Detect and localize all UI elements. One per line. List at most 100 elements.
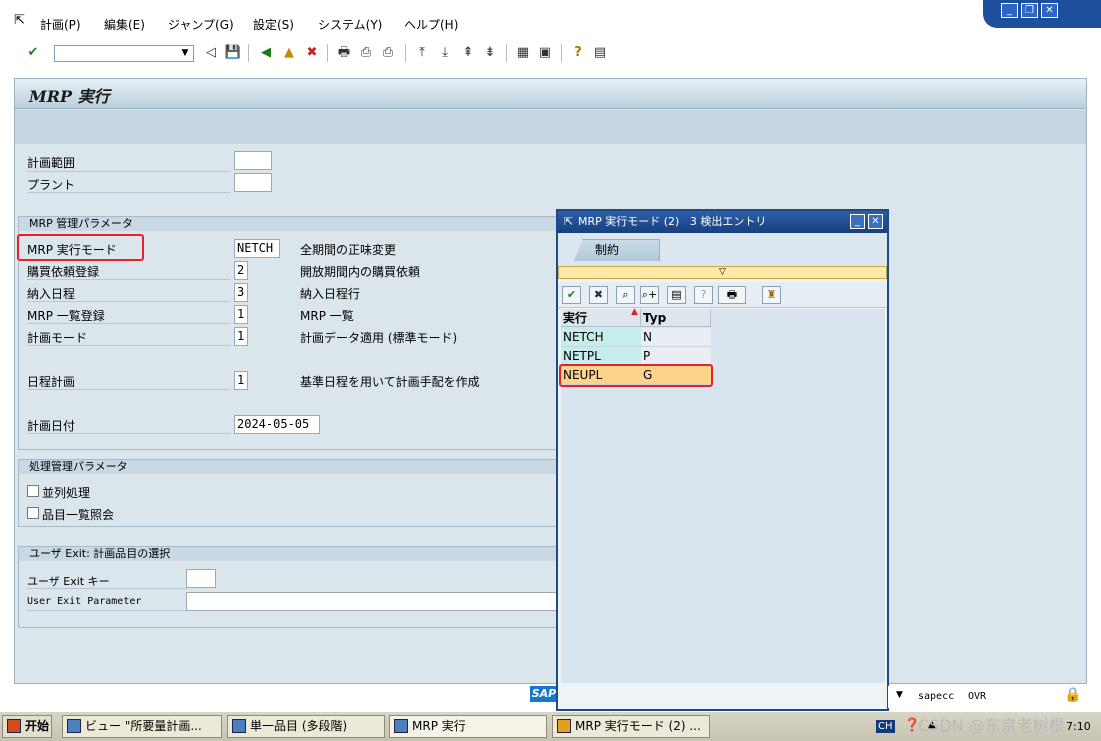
chevron-down-icon[interactable]: ▼ — [177, 46, 193, 61]
task-label: MRP 実行 — [412, 719, 466, 733]
divider — [27, 345, 231, 346]
task-label: 単一品目 (多段階) — [250, 719, 348, 733]
popup-toolbar: ✔ ✖ ⌕ ⌕+ ▤ ? 🖶 ♜ — [558, 282, 887, 308]
status-expand-icon[interactable]: ▼ — [896, 690, 903, 700]
save-icon[interactable]: 💾 — [224, 44, 242, 62]
window-controls: _ ❐ ✕ — [983, 0, 1101, 28]
sort-icon[interactable]: ▤ — [667, 286, 686, 304]
enter-icon[interactable]: ✔ — [24, 44, 42, 62]
menu-bar: ⇱ 計画(P) 編集(E) ジャンプ(G) 設定(S) システム(Y) ヘルプ(… — [0, 0, 1101, 38]
mrp-list-input[interactable]: 1 — [234, 305, 248, 324]
layout-icon[interactable]: ▤ — [591, 44, 609, 62]
separator — [405, 44, 406, 62]
run-mode-desc: 全期間の正味変更 — [300, 243, 397, 257]
menu-settings[interactable]: 設定(S) — [253, 16, 294, 33]
mrp-list-desc: MRP 一覧 — [300, 309, 354, 323]
sap-window-icon — [394, 719, 408, 733]
exit-icon[interactable]: ▲ — [280, 44, 298, 62]
plan-scope-input[interactable] — [234, 151, 272, 170]
separator — [327, 44, 328, 62]
column-header-run[interactable]: 実行 — [561, 309, 641, 327]
divider — [27, 192, 231, 193]
popup-tabstrip: 制約 — [558, 233, 887, 266]
menu-help[interactable]: ヘルプ(H) — [404, 16, 458, 33]
parallel-label: 並列処理 — [42, 486, 91, 500]
personalize-icon[interactable]: ♜ — [762, 286, 781, 304]
restrictions-toggle[interactable]: ▽ — [558, 266, 887, 279]
status-area: ▼ sapecc OVR 🔒 — [888, 686, 1101, 708]
user-exit-key-input[interactable] — [186, 569, 216, 588]
separator — [561, 44, 562, 62]
first-page-icon[interactable]: ⤒ — [413, 44, 431, 62]
taskbar: 开始 ビュー "所要量計画... 単一品目 (多段階) MRP 実行 MRP 実… — [0, 711, 1101, 741]
shortcut-icon[interactable]: ▣ — [536, 44, 554, 62]
grid-cell-typ[interactable]: N — [641, 328, 711, 347]
restore-button[interactable]: ❐ — [1021, 3, 1038, 18]
menu-plan[interactable]: 計画(P) — [40, 16, 81, 33]
popup-minimize-button[interactable]: _ — [850, 214, 865, 229]
confirm-icon[interactable]: ✔ — [562, 286, 581, 304]
scheduling-input[interactable]: 1 — [234, 371, 248, 390]
planning-mode-desc: 計画データ適用 (標準モード) — [300, 331, 458, 345]
back-arrow-icon[interactable]: ◁ — [202, 44, 220, 62]
user-exit-param-input[interactable] — [186, 592, 558, 611]
group-header: 処理管理パラメータ — [19, 460, 560, 474]
main-screen: MRP 実行 計画範囲 プラント MRP 管理パラメータ MRP 実行モード N… — [14, 78, 1087, 702]
popup-close-button[interactable]: ✕ — [868, 214, 883, 229]
start-label: 开始 — [25, 719, 50, 733]
last-page-icon[interactable]: ⇟ — [481, 44, 499, 62]
pr-creation-input[interactable]: 2 — [234, 261, 248, 280]
help-icon[interactable]: ? — [694, 286, 713, 304]
start-button[interactable]: 开始 — [2, 715, 52, 738]
previous-page-icon[interactable]: ⤓ — [436, 44, 454, 62]
task-label: MRP 実行モード (2) ... — [575, 719, 701, 733]
item-list-checkbox[interactable] — [27, 507, 39, 519]
plant-label: プラント — [27, 178, 76, 192]
help-icon[interactable]: ? — [569, 44, 587, 62]
popup-window-icon: ⇱ — [564, 215, 574, 228]
back-icon[interactable]: ◀ — [257, 44, 275, 62]
menu-icon[interactable]: ⇱ — [14, 13, 25, 28]
sap-window-icon — [557, 719, 571, 733]
find-next-icon[interactable]: ⎙ — [379, 44, 397, 62]
search-help-popup: ⇱ MRP 実行モード (2) 3 検出エントリ _ ✕ 制約 ▽ ✔ ✖ ⌕ … — [556, 209, 889, 711]
plan-scope-label: 計画範囲 — [27, 156, 76, 170]
close-button[interactable]: ✕ — [1041, 3, 1058, 18]
popup-title: MRP 実行モード (2) 3 検出エントリ — [578, 215, 767, 228]
new-session-icon[interactable]: ▦ — [514, 44, 532, 62]
task-single-item[interactable]: 単一品目 (多段階) — [227, 715, 385, 738]
task-mrp-run[interactable]: MRP 実行 — [389, 715, 547, 738]
scheduling-label: 日程計画 — [27, 375, 76, 389]
result-grid: 実行 ▲ Typ NETCH N NETPL P NEUPL G — [559, 307, 885, 683]
menu-system[interactable]: システム(Y) — [318, 16, 382, 33]
tab-restrictions[interactable]: 制約 — [574, 239, 660, 261]
find-icon[interactable]: ⎙ — [357, 44, 375, 62]
divider — [27, 433, 231, 434]
find-next-icon[interactable]: ⌕+ — [640, 286, 659, 304]
command-field[interactable]: ▼ — [54, 45, 194, 62]
cancel-icon[interactable]: ✖ — [303, 44, 321, 62]
task-view-mrp[interactable]: ビュー "所要量計画... — [62, 715, 222, 738]
parallel-checkbox[interactable] — [27, 485, 39, 497]
language-indicator[interactable]: CH — [876, 720, 895, 733]
print-icon[interactable]: 🖶 — [335, 44, 353, 62]
column-header-typ[interactable]: Typ — [641, 309, 711, 327]
task-mrp-run-mode[interactable]: MRP 実行モード (2) ... — [552, 715, 710, 738]
plant-input[interactable] — [234, 173, 272, 192]
schedule-lines-input[interactable]: 3 — [234, 283, 248, 302]
menu-edit[interactable]: 編集(E) — [104, 16, 145, 33]
minimize-button[interactable]: _ — [1001, 3, 1018, 18]
planning-date-input[interactable]: 2024-05-05 — [234, 415, 320, 434]
cancel-icon[interactable]: ✖ — [589, 286, 608, 304]
next-page-icon[interactable]: ⇞ — [459, 44, 477, 62]
print-icon[interactable]: 🖶 — [718, 286, 746, 304]
find-icon[interactable]: ⌕ — [616, 286, 635, 304]
menu-goto[interactable]: ジャンプ(G) — [168, 16, 234, 33]
insert-mode[interactable]: OVR — [968, 691, 986, 702]
grid-cell-run[interactable]: NETCH — [561, 328, 641, 347]
planning-mode-input[interactable]: 1 — [234, 327, 248, 346]
separator — [248, 44, 249, 62]
run-mode-input[interactable]: NETCH — [234, 239, 280, 258]
divider — [27, 301, 231, 302]
application-toolbar — [15, 110, 1086, 144]
